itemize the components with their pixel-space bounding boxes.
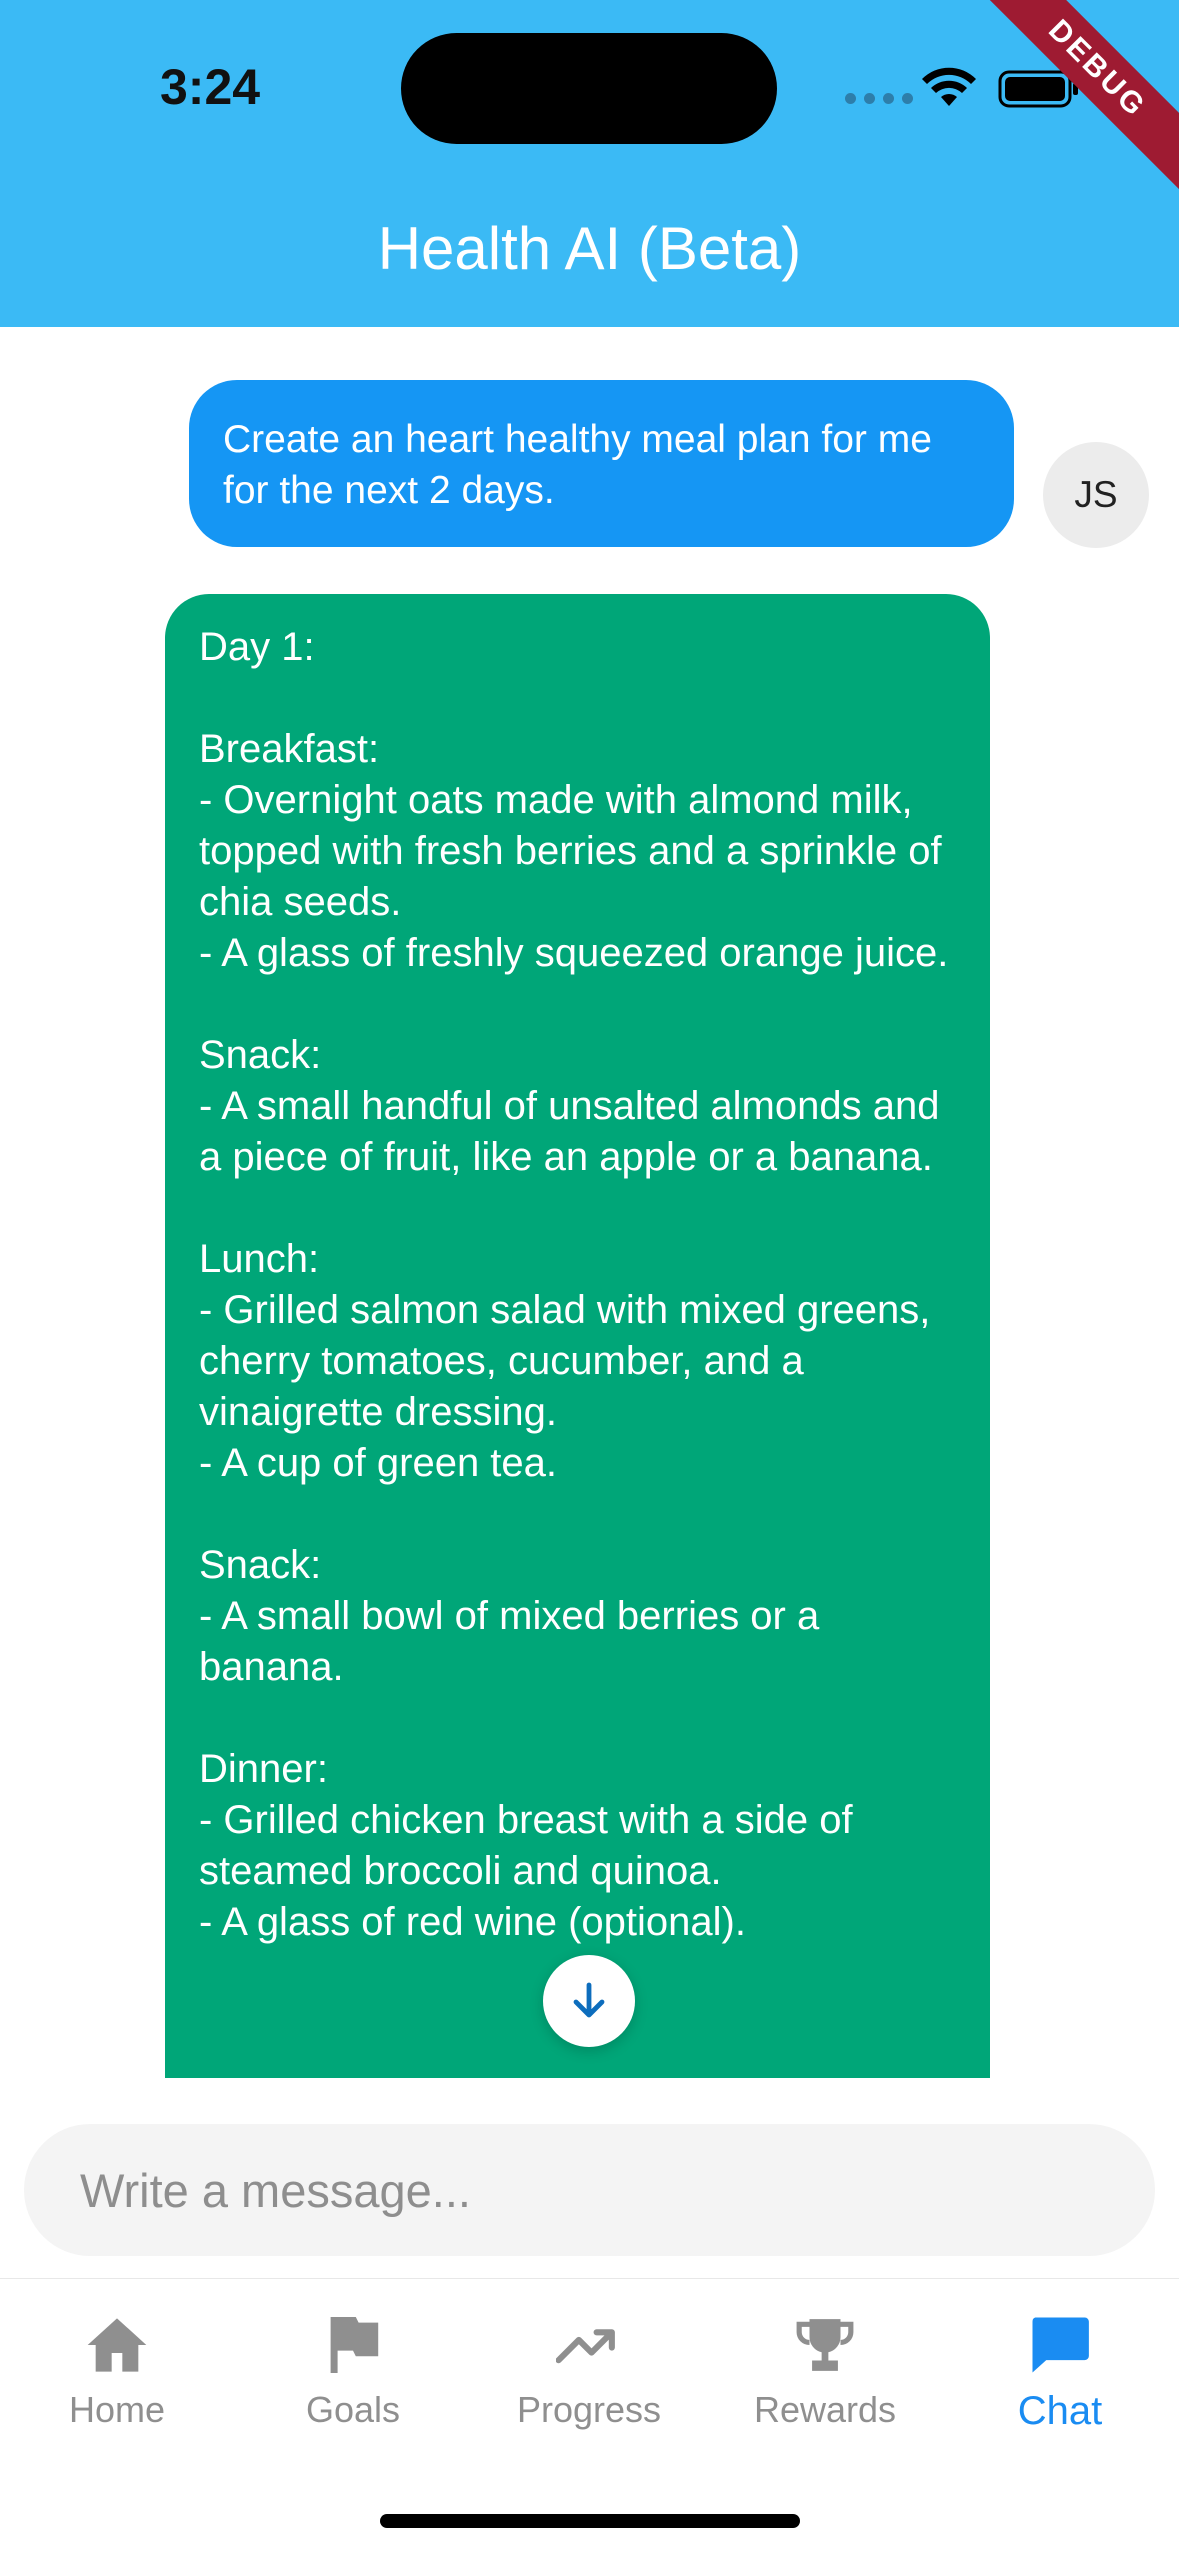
scroll-to-bottom-button[interactable] xyxy=(543,1955,635,2047)
trending-up-icon xyxy=(556,2329,615,2364)
message-input[interactable] xyxy=(24,2124,1155,2256)
nav-item-progress[interactable]: Progress xyxy=(489,2307,689,2431)
chat-icon xyxy=(1032,2317,1089,2373)
flag-icon xyxy=(330,2317,379,2373)
user-avatar[interactable]: JS xyxy=(1043,442,1149,548)
user-message-bubble: Create an heart healthy meal plan for me… xyxy=(189,380,1014,547)
chat-screen: 3:24 DEBUG Health AI (Beta) Create an he… xyxy=(0,0,1179,2556)
page-title: Health AI (Beta) xyxy=(377,215,802,282)
nav-label-rewards: Rewards xyxy=(753,2389,897,2430)
nav-label-goals: Goals xyxy=(305,2389,401,2430)
status-time: 3:24 xyxy=(160,59,261,115)
nav-label-home: Home xyxy=(68,2389,166,2430)
dynamic-island xyxy=(401,33,777,144)
wifi-icon xyxy=(922,67,976,106)
nav-label-progress: Progress xyxy=(516,2389,662,2430)
message-composer xyxy=(24,2124,1155,2256)
trophy-icon xyxy=(796,2319,854,2371)
nav-item-rewards[interactable]: Rewards xyxy=(725,2307,925,2431)
cellular-signal-icon xyxy=(845,93,913,104)
nav-label-chat: Chat xyxy=(1017,2389,1103,2433)
app-bar: 3:24 DEBUG Health AI (Beta) xyxy=(0,0,1179,327)
nav-item-chat[interactable]: Chat xyxy=(960,2307,1160,2434)
assistant-message-bubble: Day 1: Breakfast: - Overnight oats made … xyxy=(165,594,990,2078)
arrow-down-icon xyxy=(573,1982,605,2018)
nav-item-home[interactable]: Home xyxy=(17,2307,217,2431)
nav-item-goals[interactable]: Goals xyxy=(253,2307,453,2431)
home-indicator[interactable] xyxy=(380,2514,800,2528)
home-icon xyxy=(87,2318,147,2372)
